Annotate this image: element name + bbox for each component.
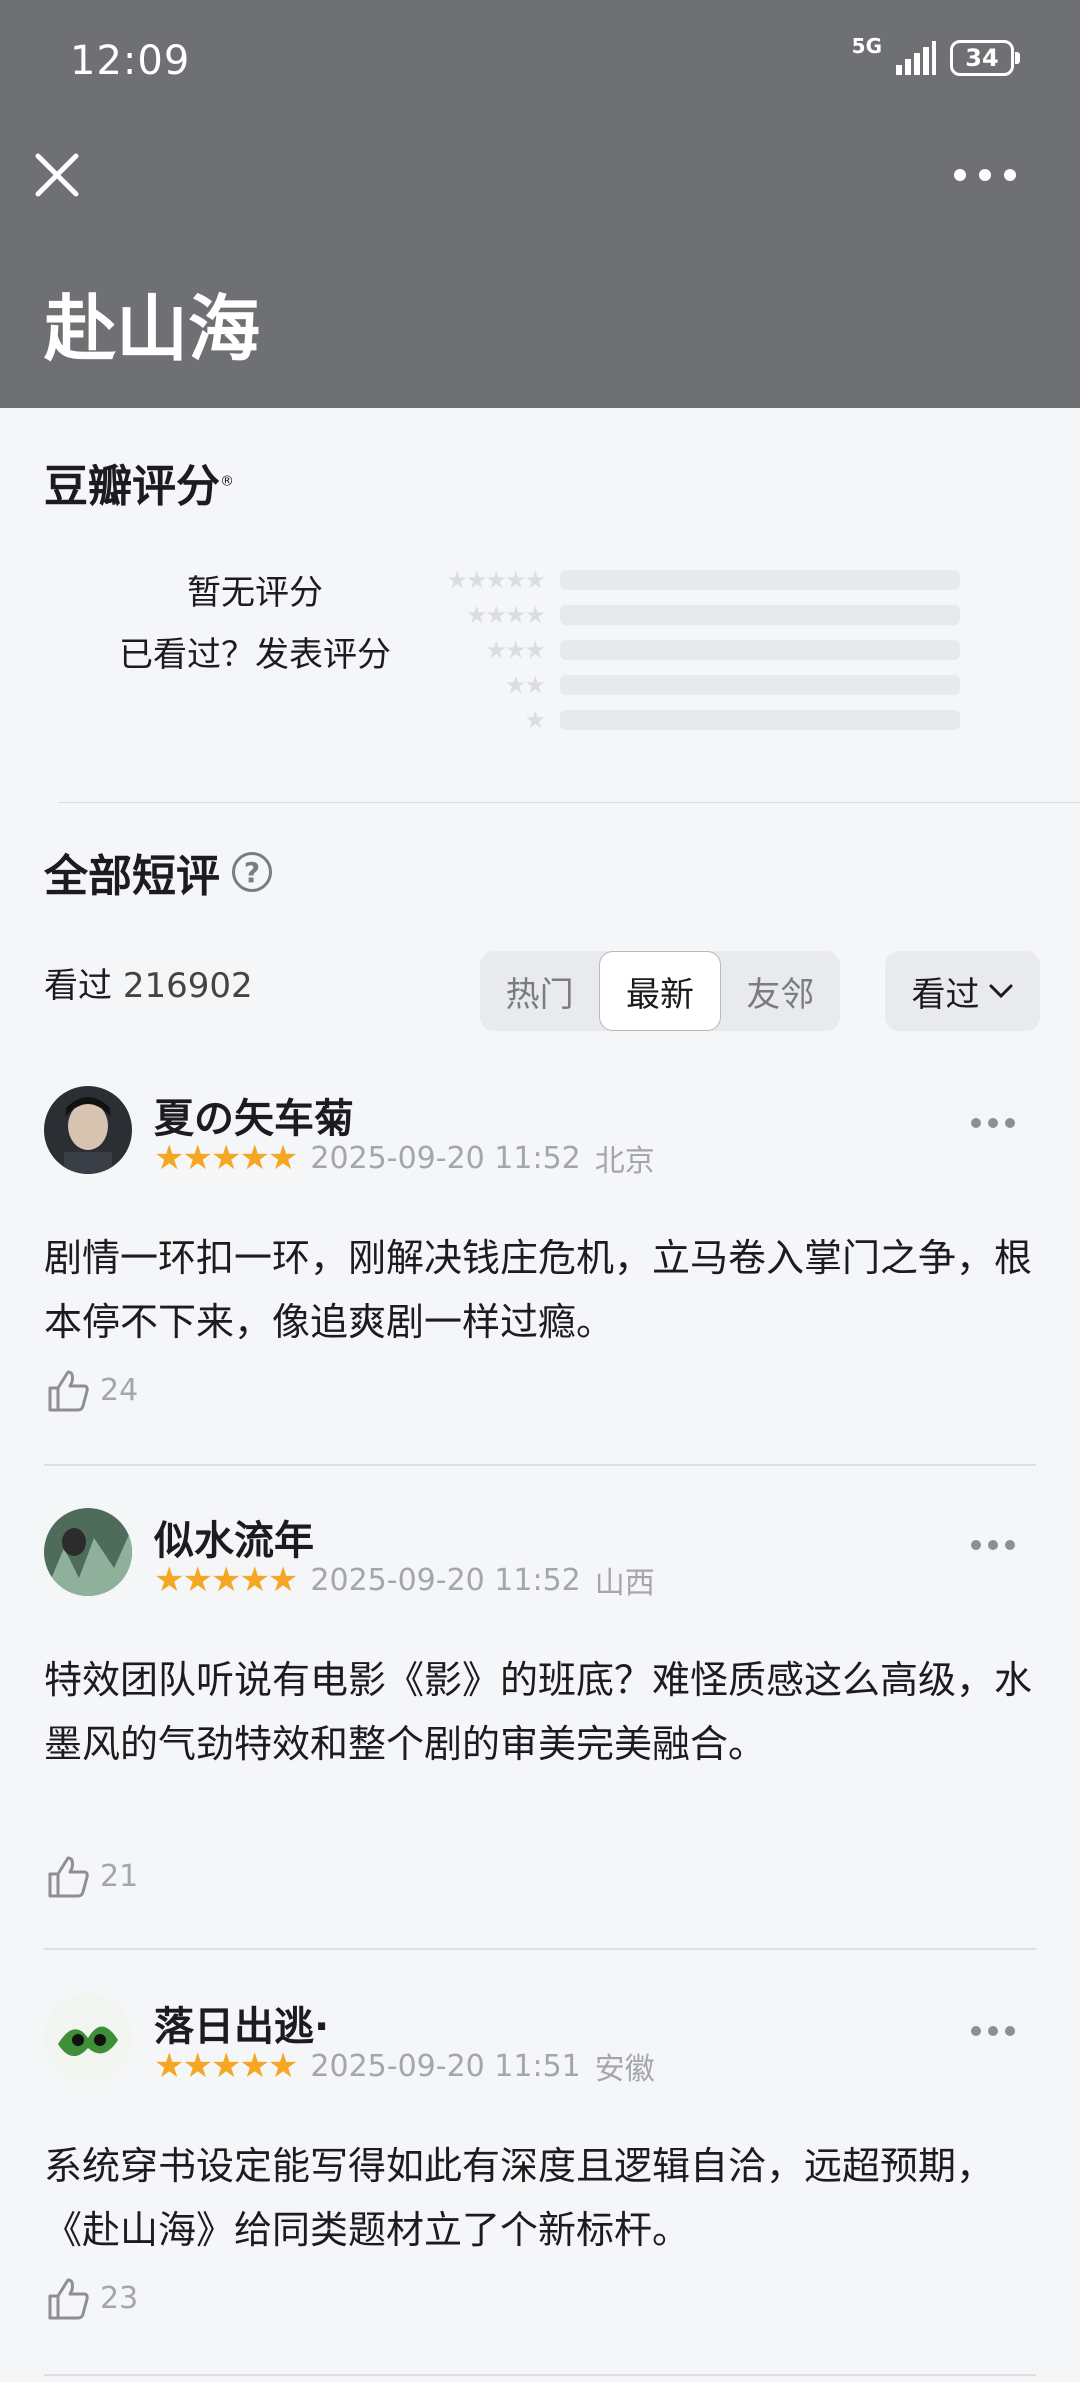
timestamp: 2025-09-20 11:51 <box>310 2048 581 2084</box>
comment-divider <box>44 1464 1036 1466</box>
chevron-down-icon <box>989 984 1012 999</box>
star-icons: ★★★ <box>485 635 546 664</box>
comment-meta: ★★★★★ 2025-09-20 11:52 北京 <box>154 1136 655 1180</box>
like-count: 24 <box>100 1372 139 1408</box>
star-icons: ★ <box>524 705 546 734</box>
rating-title: 豆瓣评分® <box>44 450 234 514</box>
thumbs-up-icon <box>48 1370 89 1412</box>
seen-count: 看过 216902 <box>44 958 253 1007</box>
avatar[interactable] <box>44 1994 132 2082</box>
more-options-icon[interactable] <box>950 160 1020 190</box>
comment-item: 落日出逃· ★★★★★ 2025-09-20 11:51 安徽 系统穿书设定能写… <box>44 1994 1036 2378</box>
more-options-icon[interactable] <box>970 2024 1016 2038</box>
star-icons: ★★★★ <box>465 600 546 629</box>
comment-text: 剧情一环扣一环，刚解决钱庄危机，立马卷入掌门之争，根本停不下来，像追爽剧一样过瘾… <box>44 1236 1033 1344</box>
close-icon[interactable] <box>32 150 82 200</box>
seen-label: 看过 <box>44 966 112 1006</box>
more-options-icon[interactable] <box>970 1116 1016 1130</box>
battery-level: 34 <box>965 44 999 72</box>
like-count: 21 <box>100 1858 139 1894</box>
star-icons: ★★ <box>504 670 546 699</box>
more-options-icon[interactable] <box>970 1538 1016 1552</box>
location: 山西 <box>594 1566 655 1601</box>
comment-text: 系统穿书设定能写得如此有深度且逻辑自洽，远超预期，《赴山海》给同类题材立了个新标… <box>44 2144 995 2252</box>
comments-title: 全部短评 ? <box>44 840 272 904</box>
star-rating: ★★★★★ <box>154 1560 298 1600</box>
rating-bar <box>560 569 960 590</box>
tab-friends[interactable]: 友邻 <box>721 951 840 1031</box>
comments-title-text: 全部短评 <box>44 851 220 902</box>
help-icon[interactable]: ? <box>232 852 272 892</box>
star-rating: ★★★★★ <box>154 2046 298 2086</box>
page-header: 12:09 5G 34 赴山海 <box>0 0 1080 408</box>
location: 北京 <box>594 1144 655 1179</box>
section-divider <box>58 802 1080 803</box>
rating-bar <box>560 604 960 625</box>
seen-count-number: 216902 <box>122 966 253 1006</box>
star-icons: ★★★★★ <box>446 565 546 594</box>
rating-row: ★★★★★ <box>400 562 960 597</box>
comment-meta: ★★★★★ 2025-09-20 11:52 山西 <box>154 1558 655 1602</box>
avatar[interactable] <box>44 1508 132 1596</box>
rating-bar <box>560 674 960 695</box>
tab-hot[interactable]: 热门 <box>480 951 599 1031</box>
status-time: 12:09 <box>70 38 191 84</box>
like-count: 23 <box>100 2280 139 2316</box>
page-title: 赴山海 <box>44 287 261 371</box>
star-rating: ★★★★★ <box>154 1138 298 1178</box>
rating-row: ★★ <box>400 667 960 702</box>
tab-latest[interactable]: 最新 <box>599 951 721 1031</box>
thumbs-up-icon <box>48 2278 89 2320</box>
filter-dropdown[interactable]: 看过 <box>885 951 1040 1031</box>
no-rating-block: 暂无评分 已看过？发表评分 <box>100 562 410 686</box>
timestamp: 2025-09-20 11:52 <box>310 1562 581 1598</box>
timestamp: 2025-09-20 11:52 <box>310 1140 581 1176</box>
battery-icon: 34 <box>950 40 1020 76</box>
registered-mark: ® <box>220 473 234 490</box>
like-button[interactable]: 23 <box>44 2274 138 2322</box>
rate-now-link[interactable]: 已看过？发表评分 <box>100 624 410 686</box>
rating-row: ★★★ <box>400 632 960 667</box>
avatar[interactable] <box>44 1086 132 1174</box>
no-rating-text: 暂无评分 <box>187 573 323 613</box>
comment-divider <box>44 1948 1036 1950</box>
signal-icon <box>896 41 936 75</box>
filter-label: 看过 <box>911 974 980 1015</box>
status-bar-right: 5G 34 <box>852 36 1020 76</box>
comment-item: 似水流年 ★★★★★ 2025-09-20 11:52 山西 特效团队听说有电影… <box>44 1508 1036 1950</box>
comment-text: 特效团队听说有电影《影》的班底？难怪质感这么高级，水墨风的气劲特效和整个剧的审美… <box>44 1658 1033 1766</box>
like-button[interactable]: 24 <box>44 1366 138 1414</box>
sort-tabs: 热门 最新 友邻 <box>480 951 840 1031</box>
like-button[interactable]: 21 <box>44 1852 138 1900</box>
rating-row: ★★★★ <box>400 597 960 632</box>
location: 安徽 <box>594 2052 655 2087</box>
rating-row: ★ <box>400 702 960 737</box>
rating-distribution: ★★★★★ ★★★★ ★★★ ★★ ★ <box>400 562 960 737</box>
rating-title-text: 豆瓣评分 <box>44 461 220 512</box>
network-label: 5G <box>851 34 882 58</box>
comment-meta: ★★★★★ 2025-09-20 11:51 安徽 <box>154 2044 655 2088</box>
comment-item: 夏の矢车菊 ★★★★★ 2025-09-20 11:52 北京 剧情一环扣一环，… <box>44 1086 1036 1466</box>
rating-bar <box>560 639 960 660</box>
thumbs-up-icon <box>48 1856 89 1898</box>
comment-divider <box>44 2374 1036 2376</box>
rating-bar <box>560 709 960 730</box>
